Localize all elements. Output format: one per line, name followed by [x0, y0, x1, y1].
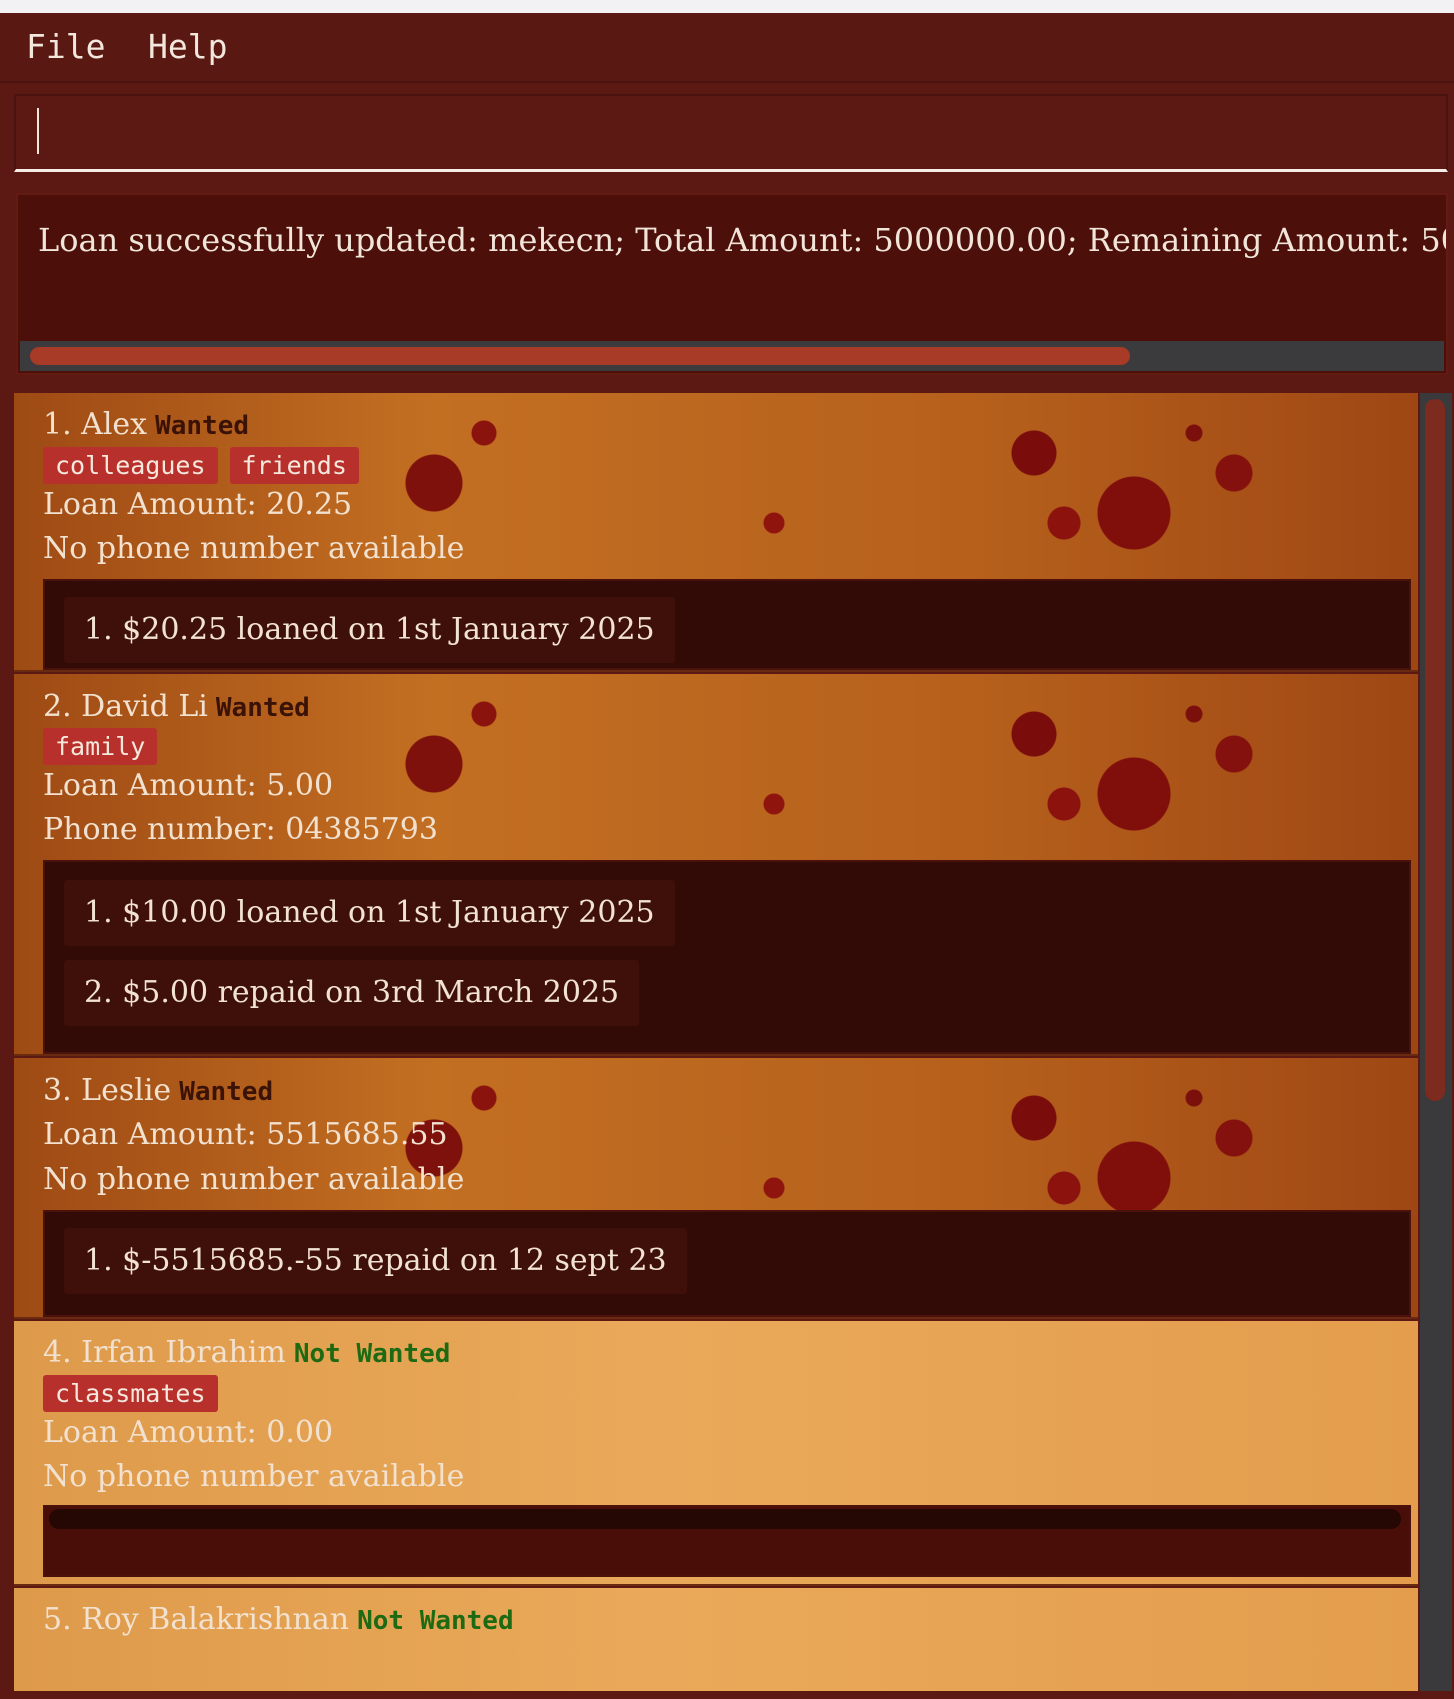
transaction-list[interactable]: [43, 1505, 1411, 1577]
person-card[interactable]: 3. Leslie Wanted Loan Amount: 5515685.55 …: [14, 1058, 1418, 1319]
person-list-panel: 1. Alex Wanted colleagues friends Loan Amo…: [0, 389, 1454, 1699]
result-scroll-thumb[interactable]: [30, 347, 1130, 365]
result-message: Loan successfully updated: mekecn; Total…: [38, 221, 1446, 259]
transaction-item[interactable]: 1. $-5515685.-55 repaid on 12 sept 23: [64, 1228, 687, 1294]
command-box[interactable]: [14, 94, 1448, 172]
loan-amount: Loan Amount: 0.00: [43, 1415, 334, 1450]
tag: friends: [229, 447, 359, 484]
transaction-list[interactable]: 1. $20.25 loaned on 1st January 2025: [43, 579, 1411, 670]
result-display: Loan successfully updated: mekecn; Total…: [16, 193, 1448, 375]
empty-transaction-scrollbar: [49, 1509, 1401, 1529]
transaction-item[interactable]: 2. $5.00 repaid on 3rd March 2025: [64, 960, 640, 1026]
app-window: File Help Loan successfully updated: mek…: [0, 13, 1454, 1699]
not-wanted-status: Not Wanted: [293, 1339, 451, 1369]
person-name: 2. David Li: [43, 689, 208, 724]
tag-list: colleagues friends: [43, 447, 371, 484]
phone-number: No phone number available: [43, 1459, 465, 1494]
tag-list: classmates: [43, 1375, 230, 1412]
result-horizontal-scrollbar[interactable]: [20, 341, 1444, 371]
person-card[interactable]: 4. Irfan Ibrahim Not Wanted classmates Lo…: [14, 1321, 1418, 1586]
transaction-item[interactable]: 1. $10.00 loaned on 1st January 2025: [64, 880, 675, 946]
menu-help[interactable]: Help: [148, 27, 227, 66]
tag: family: [43, 728, 158, 765]
menu-bar: File Help: [0, 13, 1454, 83]
person-header: 5. Roy Balakrishnan Not Wanted: [43, 1602, 514, 1637]
not-wanted-status: Not Wanted: [357, 1606, 514, 1636]
loan-amount: Loan Amount: 20.25: [43, 487, 353, 522]
window-top-strip: [0, 0, 1454, 13]
wanted-status: Wanted: [179, 1077, 274, 1107]
transaction-list[interactable]: 1. $-5515685.-55 repaid on 12 sept 23: [43, 1210, 1411, 1317]
person-list[interactable]: 1. Alex Wanted colleagues friends Loan Amo…: [14, 393, 1418, 1691]
list-scroll-thumb[interactable]: [1425, 399, 1445, 1101]
person-header: 1. Alex Wanted: [43, 407, 249, 442]
person-card[interactable]: 1. Alex Wanted colleagues friends Loan Amo…: [14, 393, 1418, 672]
list-vertical-scrollbar[interactable]: [1420, 393, 1452, 1691]
text-caret: [37, 108, 39, 154]
phone-number: Phone number: 04385793: [43, 812, 438, 847]
loan-amount: Loan Amount: 5.00: [43, 768, 334, 803]
person-header: 3. Leslie Wanted: [43, 1073, 273, 1108]
person-name: 5. Roy Balakrishnan: [43, 1602, 350, 1637]
tag: classmates: [43, 1375, 218, 1412]
person-name: 1. Alex: [43, 407, 148, 442]
person-name: 3. Leslie: [43, 1073, 172, 1108]
loan-amount: Loan Amount: 5515685.55: [43, 1117, 448, 1152]
wanted-status: Wanted: [215, 693, 310, 723]
person-header: 2. David Li Wanted: [43, 689, 310, 724]
tag: colleagues: [43, 447, 218, 484]
menu-file[interactable]: File: [26, 27, 105, 66]
person-card[interactable]: 2. David Li Wanted family Loan Amount: 5.…: [14, 674, 1418, 1056]
person-name: 4. Irfan Ibrahim: [43, 1335, 286, 1370]
phone-number: No phone number available: [43, 531, 465, 566]
person-card[interactable]: 5. Roy Balakrishnan Not Wanted: [14, 1588, 1418, 1691]
transaction-list[interactable]: 1. $10.00 loaned on 1st January 2025 2. …: [43, 860, 1411, 1054]
wanted-status: Wanted: [155, 411, 250, 441]
person-header: 4. Irfan Ibrahim Not Wanted: [43, 1335, 450, 1370]
transaction-item[interactable]: 1. $20.25 loaned on 1st January 2025: [64, 597, 675, 663]
tag-list: family: [43, 728, 169, 765]
command-input[interactable]: [30, 106, 1430, 160]
phone-number: No phone number available: [43, 1162, 465, 1197]
